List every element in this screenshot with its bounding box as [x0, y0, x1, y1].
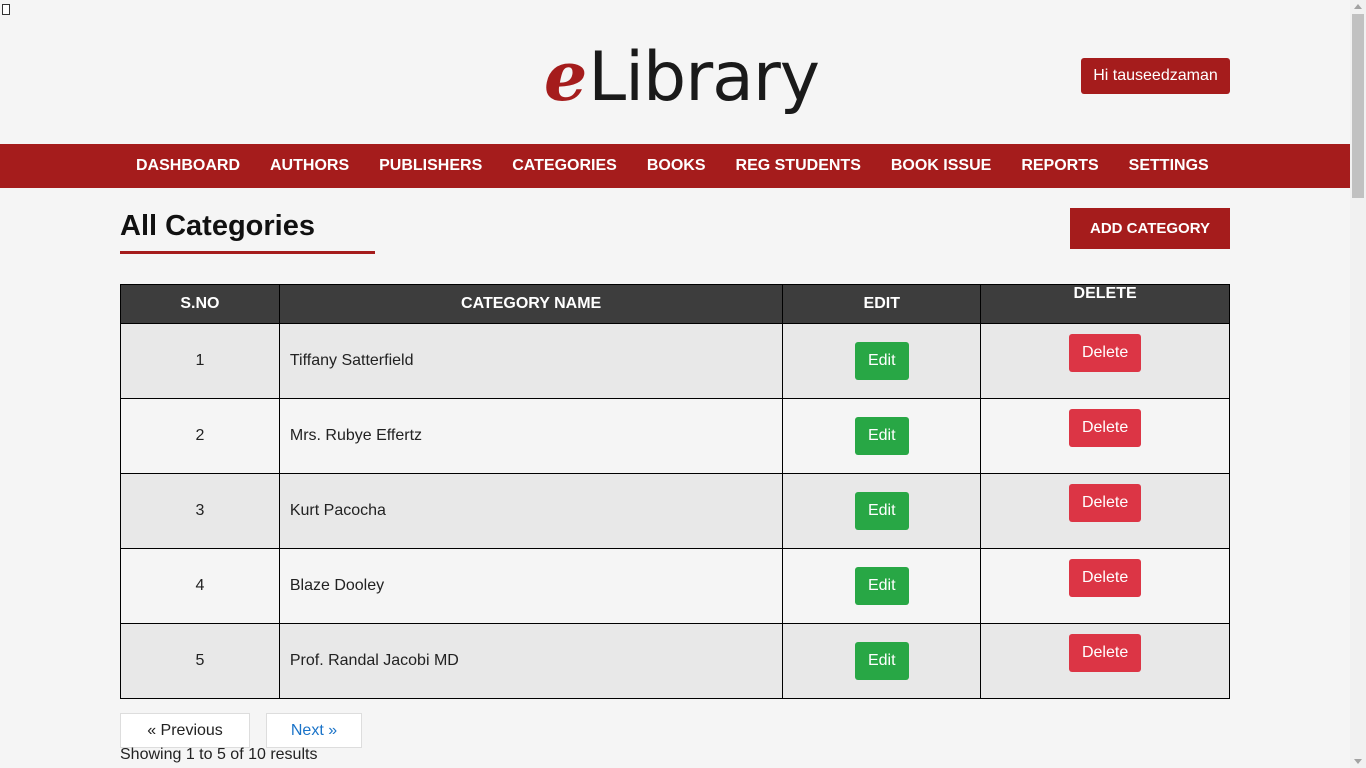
- scrollbar-thumb[interactable]: [1352, 14, 1364, 198]
- edit-button[interactable]: Edit: [854, 567, 909, 605]
- edit-cell: Edit: [782, 398, 982, 474]
- delete-cell: Delete: [980, 473, 1230, 549]
- delete-cell: Delete: [980, 548, 1230, 624]
- row-sno: 2: [120, 398, 280, 474]
- nav-item-authors[interactable]: AUTHORS: [270, 144, 349, 188]
- row-category-name: Blaze Dooley: [278, 548, 784, 624]
- row-category-name: Kurt Pacocha: [278, 473, 784, 549]
- previous-page-button[interactable]: « Previous: [120, 713, 250, 748]
- page-title: All Categories: [120, 210, 315, 242]
- nav-item-reg-students[interactable]: REG STUDENTS: [736, 144, 861, 188]
- delete-cell: Delete: [980, 398, 1230, 474]
- delete-cell: Delete: [980, 323, 1230, 399]
- page: eLibrary Hi tauseedzaman DASHBOARD AUTHO…: [0, 0, 1366, 768]
- nav-item-book-issue[interactable]: BOOK ISSUE: [891, 144, 991, 188]
- scroll-down-icon[interactable]: [1354, 759, 1362, 764]
- row-category-name: Tiffany Satterfield: [278, 323, 784, 399]
- add-category-button[interactable]: ADD CATEGORY: [1070, 208, 1230, 249]
- row-sno: 3: [120, 473, 280, 549]
- edit-button[interactable]: Edit: [854, 492, 909, 530]
- delete-button[interactable]: Delete: [1069, 484, 1142, 522]
- delete-button[interactable]: Delete: [1069, 634, 1142, 672]
- table-header-row: S.NO CATEGORY NAME EDIT DELETE: [120, 284, 1230, 324]
- row-sno: 4: [120, 548, 280, 624]
- user-greeting-button[interactable]: Hi tauseedzaman: [1081, 58, 1230, 94]
- scroll-up-icon[interactable]: [1354, 4, 1362, 9]
- next-page-button[interactable]: Next »: [266, 713, 362, 748]
- delete-button[interactable]: Delete: [1069, 334, 1142, 372]
- table-row: 2 Mrs. Rubye Effertz Edit Delete: [120, 398, 1230, 474]
- delete-button[interactable]: Delete: [1069, 559, 1142, 597]
- site-header: eLibrary Hi tauseedzaman: [0, 0, 1350, 144]
- edit-cell: Edit: [782, 623, 982, 699]
- row-sno: 1: [120, 323, 280, 399]
- nav-item-books[interactable]: BOOKS: [647, 144, 706, 188]
- header-category-name: CATEGORY NAME: [278, 284, 784, 324]
- categories-table: S.NO CATEGORY NAME EDIT DELETE 1 Tiffany…: [120, 284, 1230, 699]
- edit-cell: Edit: [782, 473, 982, 549]
- nav-item-dashboard[interactable]: DASHBOARD: [136, 144, 240, 188]
- edit-button[interactable]: Edit: [854, 642, 909, 680]
- header-edit: EDIT: [782, 284, 982, 324]
- table-row: 3 Kurt Pacocha Edit Delete: [120, 473, 1230, 549]
- table-row: 4 Blaze Dooley Edit Delete: [120, 548, 1230, 624]
- main-nav: DASHBOARD AUTHORS PUBLISHERS CATEGORIES …: [0, 144, 1350, 188]
- table-row: 1 Tiffany Satterfield Edit Delete: [120, 323, 1230, 399]
- edit-cell: Edit: [782, 323, 982, 399]
- header-delete: DELETE: [980, 284, 1230, 324]
- nav-item-reports[interactable]: REPORTS: [1021, 144, 1098, 188]
- elibrary-logo[interactable]: eLibrary: [544, 34, 820, 120]
- header-sno: S.NO: [120, 284, 280, 324]
- edit-cell: Edit: [782, 548, 982, 624]
- nav-item-settings[interactable]: SETTINGS: [1129, 144, 1209, 188]
- delete-cell: Delete: [980, 623, 1230, 699]
- row-category-name: Mrs. Rubye Effertz: [278, 398, 784, 474]
- vertical-scrollbar[interactable]: [1350, 0, 1366, 768]
- edit-button[interactable]: Edit: [854, 342, 909, 380]
- delete-button[interactable]: Delete: [1069, 409, 1142, 447]
- pagination-summary: Showing 1 to 5 of 10 results: [120, 746, 318, 763]
- table-row: 5 Prof. Randal Jacobi MD Edit Delete: [120, 623, 1230, 699]
- nav-item-categories[interactable]: CATEGORIES: [512, 144, 617, 188]
- nav-item-publishers[interactable]: PUBLISHERS: [379, 144, 482, 188]
- title-underline: [120, 251, 375, 254]
- row-category-name: Prof. Randal Jacobi MD: [278, 623, 784, 699]
- edit-button[interactable]: Edit: [854, 417, 909, 455]
- row-sno: 5: [120, 623, 280, 699]
